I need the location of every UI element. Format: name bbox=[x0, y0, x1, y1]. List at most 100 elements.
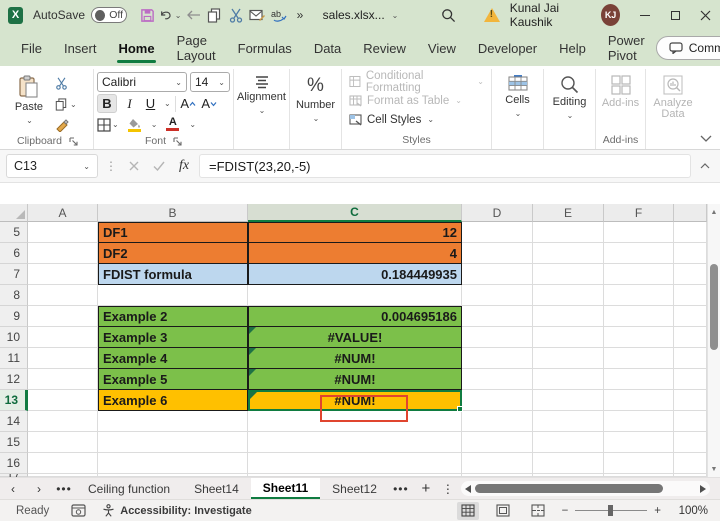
column-header-b[interactable]: B bbox=[98, 204, 248, 222]
cell-col-e[interactable] bbox=[533, 285, 604, 306]
cell-col-a[interactable] bbox=[28, 306, 98, 327]
normal-view-button[interactable] bbox=[456, 501, 479, 520]
copy-button[interactable] bbox=[205, 4, 224, 26]
cell-col-c[interactable]: #NUM! bbox=[248, 369, 462, 390]
cell-col-e[interactable] bbox=[533, 306, 604, 327]
accessibility-status[interactable]: Accessibility: Investigate bbox=[102, 504, 252, 517]
undo-button[interactable]: ⌄ bbox=[159, 4, 181, 26]
sheet-tab-sheet12[interactable]: Sheet12 bbox=[320, 478, 389, 499]
alignment-button[interactable]: Alignment ⌄ bbox=[237, 70, 286, 115]
cell-col-a[interactable] bbox=[28, 474, 98, 477]
cell-col-a[interactable] bbox=[28, 222, 98, 243]
row-header[interactable]: 16 bbox=[0, 453, 28, 474]
ribbon-tab-data[interactable]: Data bbox=[303, 30, 352, 66]
cell-col-partial[interactable] bbox=[674, 243, 707, 264]
column-header-partial[interactable] bbox=[674, 204, 707, 222]
row-header[interactable]: 10 bbox=[0, 327, 28, 348]
fill-color-button[interactable] bbox=[126, 115, 143, 134]
cell-col-d[interactable] bbox=[462, 411, 533, 432]
cell-col-a[interactable] bbox=[28, 453, 98, 474]
sheet-menu-button[interactable]: ⋮ bbox=[439, 478, 457, 499]
collapse-ribbon-icon[interactable] bbox=[700, 135, 712, 142]
sheet-tab-ceiling-function[interactable]: Ceiling function bbox=[76, 478, 182, 499]
cell-col-b[interactable]: Example 2 bbox=[98, 306, 248, 327]
column-header-f[interactable]: F bbox=[604, 204, 674, 222]
cell-col-partial[interactable] bbox=[674, 411, 707, 432]
number-button[interactable]: % Number ⌄ bbox=[293, 70, 338, 123]
formula-bar-collapse-button[interactable] bbox=[696, 163, 714, 169]
cell-col-partial[interactable] bbox=[674, 369, 707, 390]
cell-col-c[interactable] bbox=[248, 432, 462, 453]
maximize-button[interactable] bbox=[660, 0, 690, 30]
ribbon-tab-file[interactable]: File bbox=[10, 30, 53, 66]
row-header[interactable]: 17 bbox=[0, 474, 28, 477]
page-break-view-button[interactable] bbox=[527, 502, 549, 520]
cell-col-e[interactable] bbox=[533, 453, 604, 474]
cell-col-e[interactable] bbox=[533, 474, 604, 477]
document-title[interactable]: sales.xlsx... ⌄ bbox=[323, 8, 399, 22]
sheet-next-button[interactable]: › bbox=[26, 478, 52, 499]
format-painter-button[interactable] bbox=[53, 116, 79, 134]
dialog-launcher-icon[interactable] bbox=[173, 136, 182, 146]
cell-col-partial[interactable] bbox=[674, 327, 707, 348]
cell-col-d[interactable] bbox=[462, 474, 533, 477]
zoom-in-button[interactable]: + bbox=[654, 505, 661, 517]
cell-col-d[interactable] bbox=[462, 285, 533, 306]
format-as-table-button[interactable]: Format as Table ⌄ bbox=[349, 93, 484, 108]
cell-col-b[interactable]: Example 3 bbox=[98, 327, 248, 348]
row-header[interactable]: 14 bbox=[0, 411, 28, 432]
italic-button[interactable]: I bbox=[121, 94, 138, 113]
autosave-toggle[interactable]: Off bbox=[91, 7, 128, 23]
cell-col-d[interactable] bbox=[462, 306, 533, 327]
close-button[interactable] bbox=[690, 0, 720, 30]
column-header-e[interactable]: E bbox=[533, 204, 604, 222]
cell-col-partial[interactable] bbox=[674, 222, 707, 243]
cell-col-e[interactable] bbox=[533, 222, 604, 243]
cell-col-e[interactable] bbox=[533, 432, 604, 453]
cell-col-c[interactable] bbox=[248, 453, 462, 474]
select-all-corner[interactable] bbox=[0, 204, 28, 222]
active-cell[interactable]: #NUM! bbox=[248, 390, 463, 422]
ribbon-tab-help[interactable]: Help bbox=[548, 30, 597, 66]
cell-col-e[interactable] bbox=[533, 264, 604, 285]
cell-col-c[interactable]: 0.184449935 bbox=[248, 264, 462, 285]
cell-col-c[interactable] bbox=[248, 411, 462, 432]
email-button[interactable] bbox=[248, 4, 267, 26]
zoom-percentage[interactable]: 100% bbox=[674, 505, 708, 517]
sheet-list-button[interactable]: ••• bbox=[52, 478, 76, 499]
name-box[interactable]: C13 ⌄ bbox=[6, 154, 98, 178]
new-sheet-button[interactable]: + bbox=[413, 478, 439, 499]
cell-col-f[interactable] bbox=[604, 327, 674, 348]
borders-button[interactable]: ⌄ bbox=[97, 115, 119, 134]
cell-col-f[interactable] bbox=[604, 243, 674, 264]
cell-col-b[interactable]: Example 4 bbox=[98, 348, 248, 369]
horizontal-scroll-thumb[interactable] bbox=[474, 484, 663, 493]
cell-col-f[interactable] bbox=[604, 285, 674, 306]
cell-col-b[interactable] bbox=[98, 432, 248, 453]
back-button[interactable] bbox=[183, 4, 202, 26]
cell-col-e[interactable] bbox=[533, 369, 604, 390]
cells-button[interactable]: Cells ⌄ bbox=[495, 70, 540, 118]
font-name-select[interactable]: Calibri ⌄ bbox=[97, 72, 187, 92]
cell-col-partial[interactable] bbox=[674, 285, 707, 306]
cell-col-f[interactable] bbox=[604, 411, 674, 432]
cell-col-c[interactable]: 4 bbox=[248, 243, 462, 264]
cell-col-e[interactable] bbox=[533, 327, 604, 348]
editing-button[interactable]: Editing ⌄ bbox=[547, 70, 592, 120]
copy-button[interactable]: ⌄ bbox=[53, 95, 79, 113]
ribbon-tab-developer[interactable]: Developer bbox=[467, 30, 548, 66]
cell-col-b[interactable]: Example 6 bbox=[98, 390, 248, 411]
cell-col-b[interactable] bbox=[98, 474, 248, 477]
cell-col-f[interactable] bbox=[604, 264, 674, 285]
cell-col-c[interactable]: 12 bbox=[248, 222, 462, 243]
row-header[interactable]: 9 bbox=[0, 306, 28, 327]
cell-col-f[interactable] bbox=[604, 474, 674, 477]
font-size-select[interactable]: 14 ⌄ bbox=[190, 72, 230, 92]
cell-col-a[interactable] bbox=[28, 411, 98, 432]
cut-button[interactable] bbox=[53, 74, 79, 92]
cell-col-c[interactable]: #VALUE! bbox=[248, 327, 462, 348]
minimize-button[interactable] bbox=[630, 0, 660, 30]
autosave-control[interactable]: AutoSave Off bbox=[33, 7, 128, 23]
cell-col-c[interactable] bbox=[248, 474, 462, 477]
conditional-formatting-button[interactable]: Conditional Formatting ⌄ bbox=[349, 70, 484, 94]
